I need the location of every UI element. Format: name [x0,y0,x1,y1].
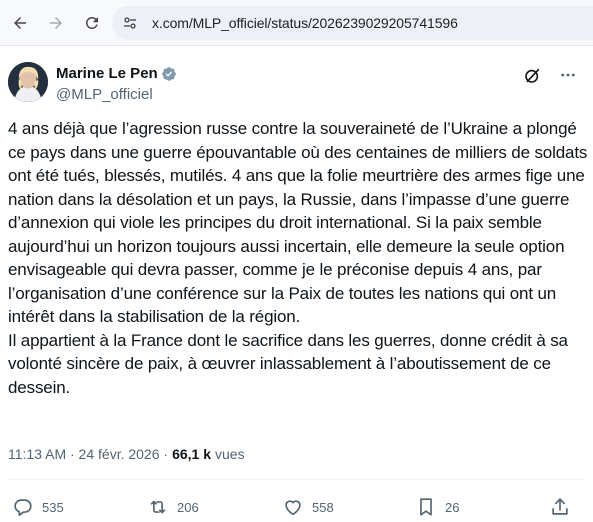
tweet-timestamp[interactable]: 11:13 AM · 24 févr. 2026 · [8,446,168,462]
tune-icon [124,17,136,29]
reload-button[interactable] [78,9,106,37]
tweet-header-actions [521,64,579,86]
bookmark-count: 26 [445,499,460,515]
tweet-actions: 535 206 558 26 [0,494,593,522]
views-count: 66,1 k [172,446,211,462]
share-icon [552,498,568,515]
heart-icon [285,500,301,516]
avatar-image [8,62,48,102]
reply-count: 535 [42,499,64,515]
reload-icon [85,16,98,29]
like-count: 558 [312,499,334,515]
bookmark-button[interactable]: 26 [415,496,459,518]
avatar[interactable] [8,62,48,102]
divider [8,479,585,480]
address-bar[interactable]: x.com/MLP_officiel/status/20262390292057… [112,6,593,40]
site-info-button[interactable] [116,9,144,37]
arrow-right-icon [50,17,62,29]
reply-button[interactable]: 535 [12,496,64,518]
verified-badge-icon[interactable] [161,66,177,82]
repost-button[interactable]: 206 [147,496,199,518]
views-label: vues [215,446,245,462]
author-name-row: Marine Le Pen [56,64,177,83]
author-name[interactable]: Marine Le Pen [56,65,158,82]
more-horizontal-icon [561,73,575,77]
url-text[interactable]: x.com/MLP_officiel/status/20262390292057… [152,15,458,31]
repost-count: 206 [177,499,199,515]
back-button[interactable] [6,9,34,37]
more-button[interactable] [557,64,579,86]
author-block: Marine Le Pen @MLP_officiel [56,64,177,103]
author-handle[interactable]: @MLP_officiel [56,86,177,103]
grok-icon [524,68,539,83]
tweet-meta: 11:13 AM · 24 févr. 2026 · 66,1 k vues [8,446,245,462]
repost-icon [150,500,166,514]
forward-button[interactable] [42,9,70,37]
browser-toolbar: x.com/MLP_officiel/status/20262390292057… [0,0,593,46]
arrow-left-icon [14,17,26,29]
tweet-text: 4 ans déjà que l’agression russe contre … [8,119,588,397]
bookmark-icon [420,498,432,516]
grok-button[interactable] [521,64,543,86]
reply-icon [14,499,32,517]
share-button[interactable] [549,496,571,518]
like-button[interactable]: 558 [282,496,334,518]
